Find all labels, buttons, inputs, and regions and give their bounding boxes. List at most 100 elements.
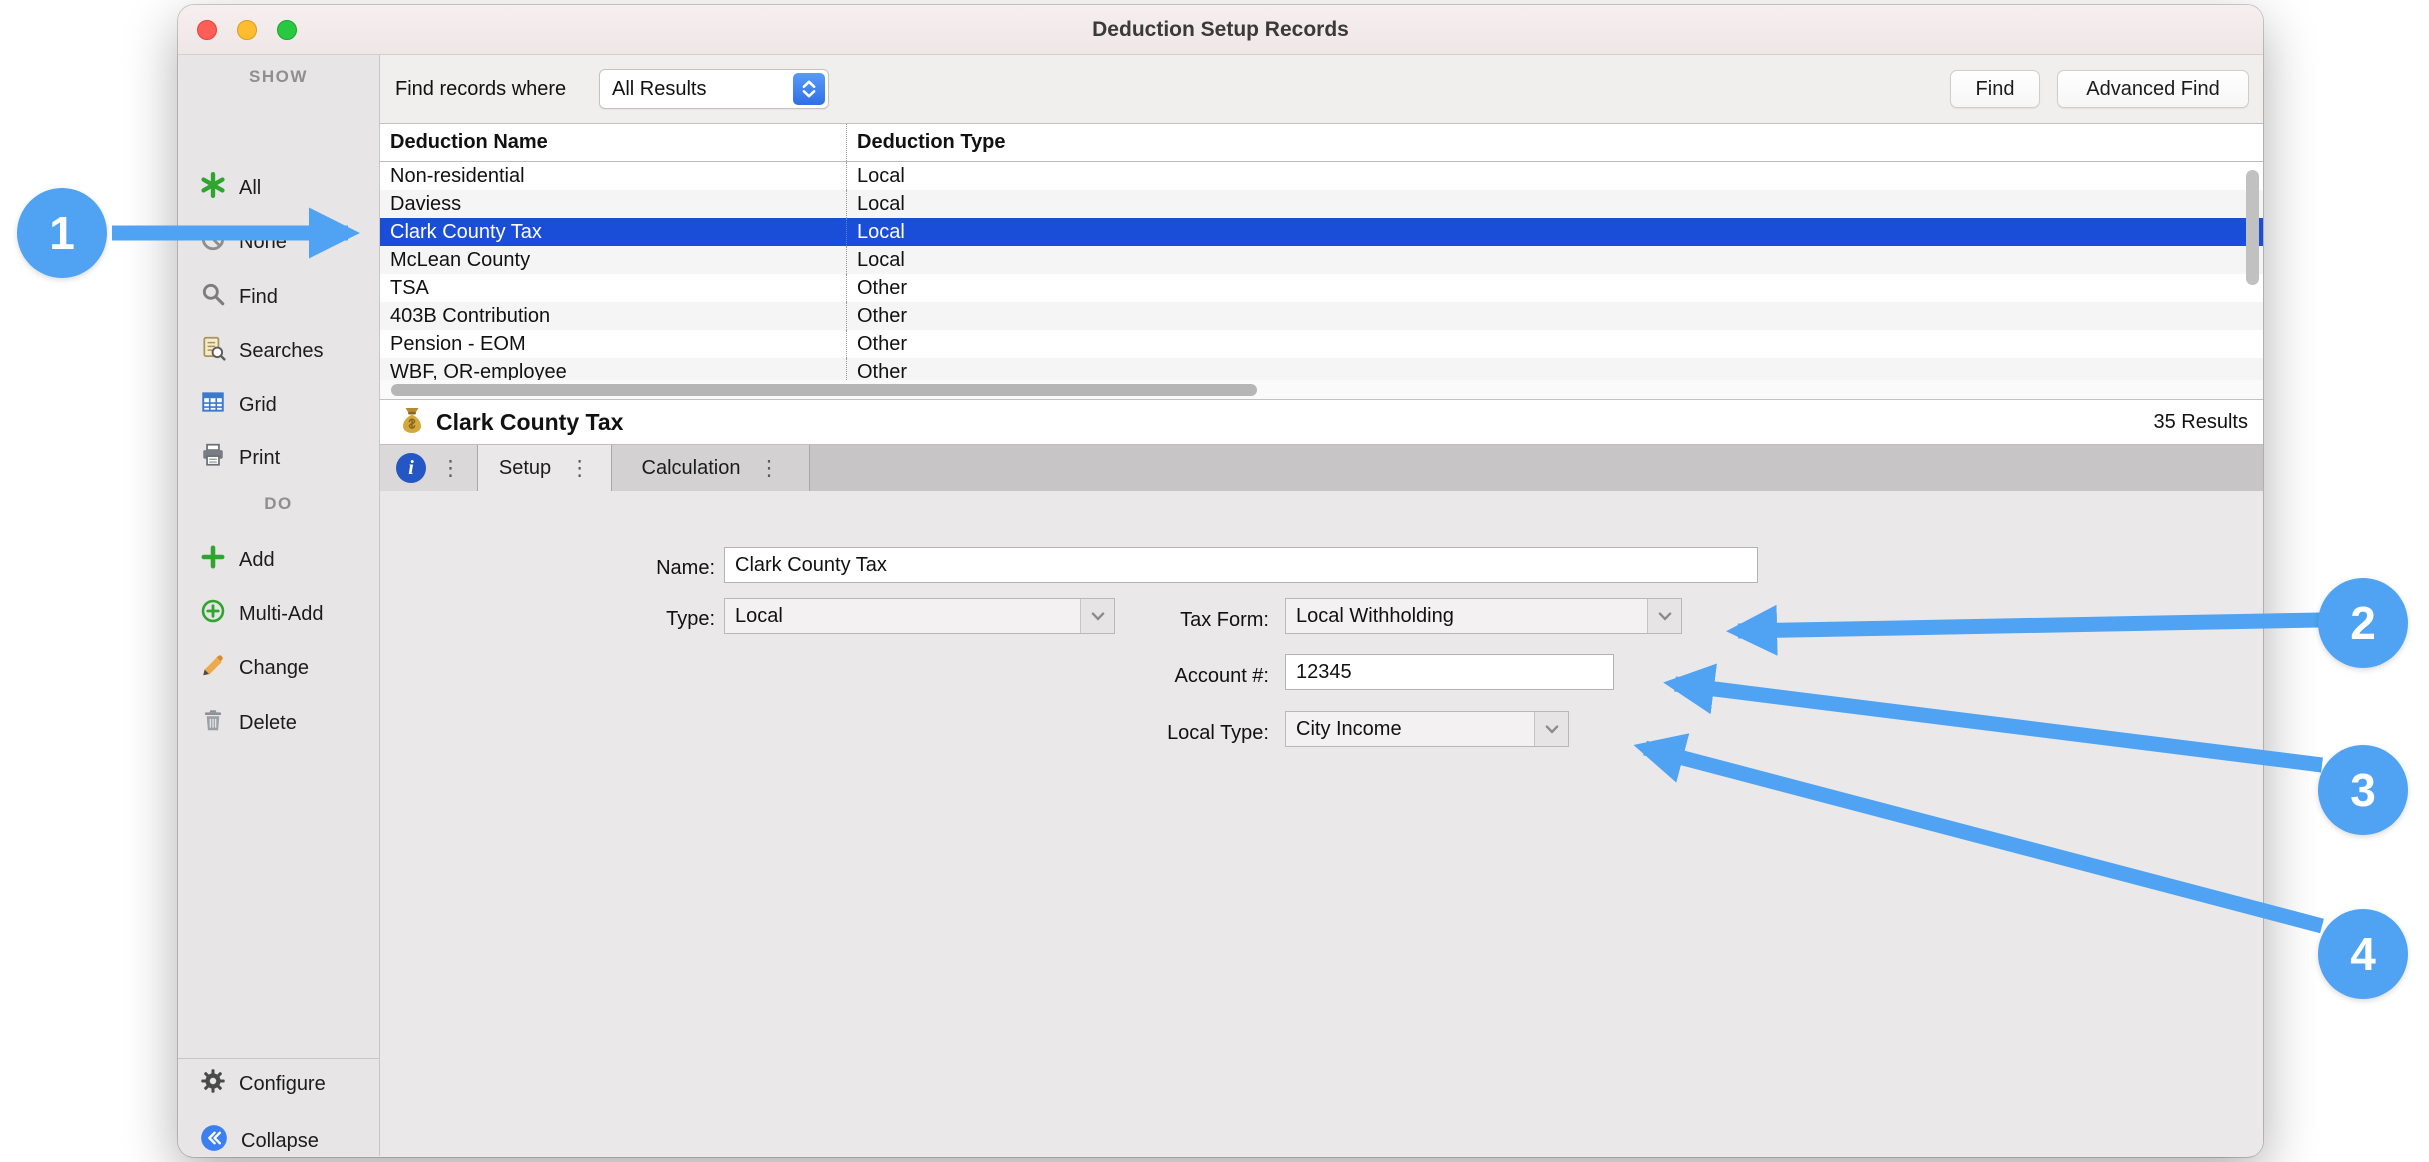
sidebar-item-collapse[interactable]: Collapse [200,1123,319,1157]
find-button[interactable]: Find [1950,70,2040,108]
table-row[interactable]: Daviess Local [380,190,2263,218]
local-type-dropdown[interactable]: City Income [1285,711,1569,747]
sidebar-divider [178,1058,379,1059]
prohibited-icon [200,226,226,258]
cell-deduction-name: Clark County Tax [380,218,846,246]
record-info-segment[interactable] [380,445,478,491]
sidebar-item-label: Searches [239,340,324,363]
sidebar-item-find[interactable]: Find [200,279,278,315]
record-header: Clark County Tax 35 Results [380,400,2263,445]
advanced-find-button[interactable]: Advanced Find [2057,70,2249,108]
cell-deduction-name: Pension - EOM [380,330,846,358]
sidebar-item-label: Print [239,447,280,470]
tab-setup[interactable]: Setup [478,445,612,491]
main-panel: Find records where All Results Find Adva… [380,55,2263,1156]
find-records-label: Find records where [395,78,585,101]
sidebar-item-delete[interactable]: Delete [200,705,297,741]
gear-icon [200,1068,226,1100]
sidebar-item-label: Change [239,657,309,680]
column-header-deduction-name[interactable]: Deduction Name [380,124,846,161]
circle-plus-icon [200,598,226,630]
horizontal-scrollbar [380,380,2263,400]
cell-deduction-type: Other [846,358,2263,380]
segment-handle-icon [440,458,461,479]
horizontal-scrollbar-thumb[interactable] [391,384,1257,396]
column-header-deduction-type[interactable]: Deduction Type [846,124,2263,161]
setup-form: Name: Type: Local Tax Form: Local Withho… [380,491,2263,1156]
tab-label: Setup [499,457,551,480]
cell-deduction-name: McLean County [380,246,846,274]
type-value: Local [725,605,1080,628]
account-number-label: Account #: [1049,665,1269,688]
tab-strip: Setup Calculation [380,445,2263,491]
table-row-selected[interactable]: Clark County Tax Local [380,218,2263,246]
sidebar-item-none[interactable]: None [200,224,287,260]
popup-arrows-icon [793,73,825,105]
table-row[interactable]: 403B Contribution Other [380,302,2263,330]
sidebar-item-print[interactable]: Print [200,440,280,476]
annotation-badge-1: 1 [17,188,107,278]
tax-form-value: Local Withholding [1286,605,1647,628]
record-title: Clark County Tax [436,409,623,436]
name-field[interactable] [724,547,1758,583]
tab-label: Calculation [642,457,741,480]
printer-icon [200,442,226,474]
trash-icon [200,707,226,739]
account-number-field[interactable] [1285,654,1614,690]
sidebar-item-configure[interactable]: Configure [200,1066,326,1102]
table-row[interactable]: McLean County Local [380,246,2263,274]
sidebar-item-label: Delete [239,712,297,735]
cell-deduction-type: Local [846,190,2263,218]
sidebar-item-multi-add[interactable]: Multi-Add [200,596,323,632]
sidebar-item-add[interactable]: Add [200,542,275,578]
cell-deduction-type: Other [846,302,2263,330]
money-bag-icon [380,405,426,440]
annotation-badge-3: 3 [2318,745,2408,835]
find-toolbar: Find records where All Results Find Adva… [380,55,2263,124]
pencil-icon [200,652,226,684]
cell-deduction-name: WBF, OR-employee [380,358,846,380]
table-row[interactable]: TSA Other [380,274,2263,302]
table-row[interactable]: Pension - EOM Other [380,330,2263,358]
table-row[interactable]: WBF, OR-employee Other [380,358,2263,380]
annotation-badge-4: 4 [2318,909,2408,999]
results-filter-dropdown[interactable]: All Results [599,69,829,109]
cell-deduction-type: Local [846,218,2263,246]
cell-deduction-name: TSA [380,274,846,302]
sidebar-item-all[interactable]: All [200,170,261,206]
window-titlebar: Deduction Setup Records [178,5,2263,55]
results-filter-value: All Results [600,78,793,101]
tab-calculation[interactable]: Calculation [612,445,810,491]
sidebar-item-change[interactable]: Change [200,650,309,686]
app-window: Deduction Setup Records SHOW All None Fi… [178,5,2263,1157]
sidebar-do-header: DO [178,494,379,514]
local-type-value: City Income [1286,718,1534,741]
cell-deduction-type: Local [846,246,2263,274]
local-type-label: Local Type: [1049,722,1269,745]
tax-form-dropdown[interactable]: Local Withholding [1285,598,1682,634]
vertical-scrollbar-thumb[interactable] [2246,170,2259,285]
sidebar-show-header: SHOW [178,67,379,87]
table-row[interactable]: Non-residential Local [380,162,2263,190]
plus-icon [200,544,226,576]
type-label: Type: [495,608,715,631]
info-icon [396,453,426,483]
window-title: Deduction Setup Records [178,5,2263,55]
screenshot-stage: Deduction Setup Records SHOW All None Fi… [0,0,2429,1162]
cell-deduction-type: Local [846,162,2263,190]
tax-form-label: Tax Form: [1049,609,1269,632]
name-label: Name: [495,557,715,580]
sidebar: SHOW All None Find Searches [178,55,380,1156]
chevron-down-icon [1534,712,1568,746]
sidebar-item-searches[interactable]: Searches [200,333,324,369]
sidebar-item-grid[interactable]: Grid [200,387,277,423]
annotation-badge-2: 2 [2318,578,2408,668]
sidebar-item-label: None [239,231,287,254]
magnifier-icon [200,281,226,313]
cell-deduction-name: 403B Contribution [380,302,846,330]
sidebar-item-label: Find [239,286,278,309]
segment-handle-icon [569,458,590,479]
collapse-circle-icon [200,1124,228,1157]
cell-deduction-type: Other [846,330,2263,358]
grid-icon [200,389,226,421]
